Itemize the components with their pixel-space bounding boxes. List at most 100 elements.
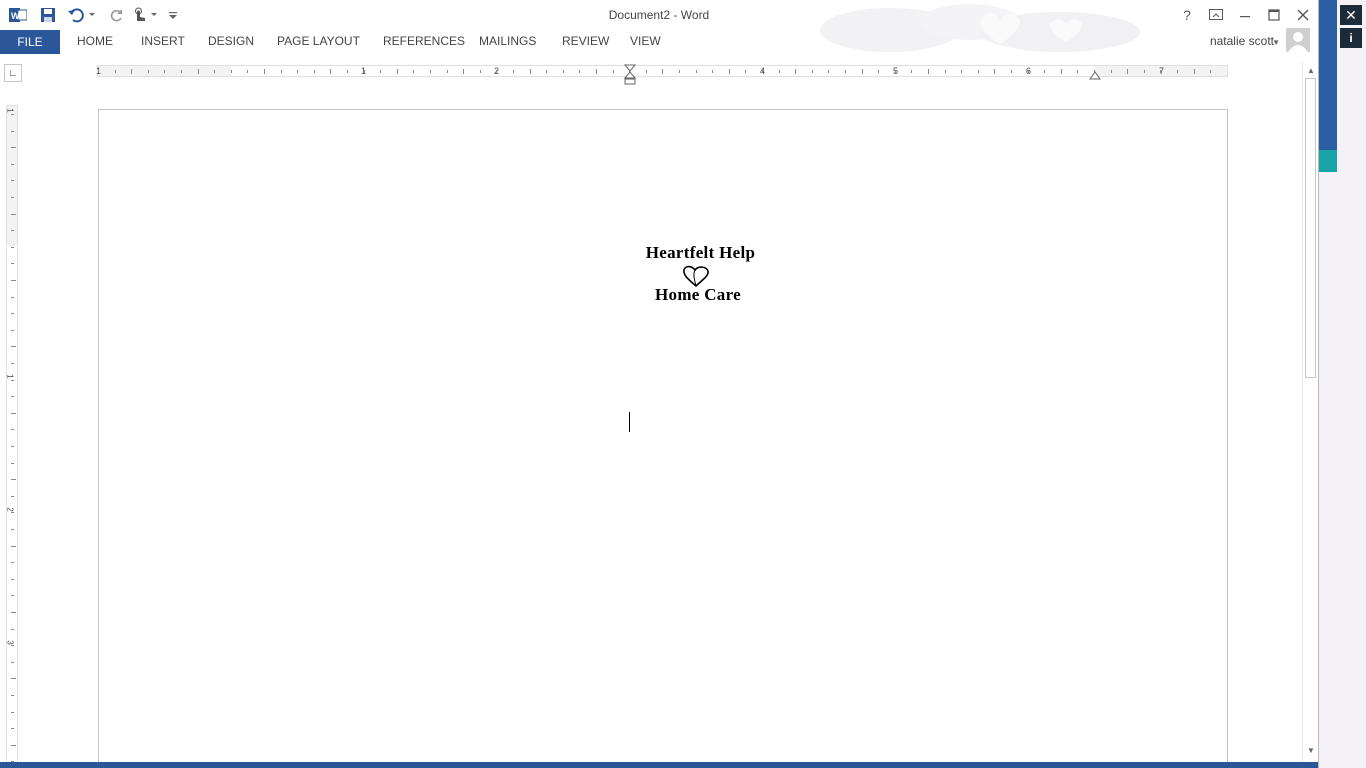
ruler-tick bbox=[463, 69, 465, 74]
ruler-tick bbox=[1044, 70, 1046, 73]
ruler-tick bbox=[778, 70, 780, 73]
ruler-tick bbox=[961, 70, 963, 73]
tab-review[interactable]: REVIEW bbox=[562, 34, 609, 48]
ruler-tick bbox=[994, 69, 996, 74]
tab-insert[interactable]: INSERT bbox=[141, 34, 185, 48]
ruler-tick bbox=[11, 446, 14, 447]
panel-info-icon[interactable]: i bbox=[1340, 28, 1362, 48]
status-bar bbox=[0, 762, 1318, 768]
ruler-tick bbox=[11, 213, 16, 215]
ruler-tick bbox=[479, 70, 481, 73]
ruler-tick bbox=[11, 180, 14, 182]
ribbon-display-icon[interactable] bbox=[1205, 5, 1227, 25]
ruler-tick bbox=[679, 70, 680, 73]
help-icon[interactable]: ? bbox=[1176, 5, 1198, 25]
close-icon[interactable] bbox=[1292, 5, 1314, 25]
ruler-label: 1 bbox=[5, 374, 15, 379]
ruler-tick bbox=[762, 70, 763, 73]
ruler-tick bbox=[11, 711, 14, 713]
ruler-tick bbox=[11, 396, 14, 398]
vertical-ruler[interactable]: 1 1 2 3 bbox=[6, 105, 18, 768]
ruler-tick bbox=[894, 70, 896, 73]
ruler-tick bbox=[1077, 70, 1079, 73]
ruler-tick bbox=[363, 70, 365, 73]
word-window: W Document2 - Word ? FILE HOME INSERT DE… bbox=[0, 0, 1319, 768]
ruler-tick bbox=[181, 70, 182, 73]
ruler-tick bbox=[197, 69, 199, 74]
indent-marker-icon[interactable] bbox=[624, 64, 636, 86]
ruler-tick bbox=[11, 612, 16, 613]
ruler-tick bbox=[297, 70, 299, 73]
vertical-scrollbar[interactable]: ▲ ▼ bbox=[1302, 62, 1318, 762]
ruler-tick bbox=[546, 70, 548, 73]
ruler-tick bbox=[496, 70, 498, 73]
ruler-tick bbox=[928, 69, 929, 74]
ruler-tick bbox=[430, 70, 431, 73]
ruler-tick bbox=[98, 70, 99, 73]
ruler-tick bbox=[745, 70, 747, 73]
ruler-tick bbox=[11, 163, 14, 165]
ruler-tick bbox=[612, 70, 614, 73]
ruler-tick bbox=[1160, 70, 1162, 73]
minimize-icon[interactable] bbox=[1234, 5, 1256, 25]
panel-close-icon[interactable]: ✕ bbox=[1340, 5, 1362, 25]
tab-references[interactable]: REFERENCES bbox=[383, 34, 465, 48]
ruler-tick bbox=[944, 70, 946, 73]
ruler-tick bbox=[11, 744, 16, 746]
maximize-icon[interactable] bbox=[1263, 5, 1285, 25]
ruler-tick bbox=[11, 329, 14, 331]
ruler-tick bbox=[11, 296, 14, 298]
ruler-tick bbox=[313, 70, 315, 73]
ruler-tick bbox=[11, 512, 14, 514]
account-dropdown-icon[interactable]: ▼ bbox=[1272, 38, 1280, 47]
ruler-tick bbox=[147, 70, 149, 73]
ruler-tick bbox=[11, 678, 16, 680]
avatar[interactable] bbox=[1286, 28, 1310, 52]
ruler-tick bbox=[513, 70, 514, 73]
ribbon-tab-bar: FILE HOME INSERT DESIGN PAGE LAYOUT REFE… bbox=[0, 28, 1318, 54]
tab-mailings[interactable]: MAILINGS bbox=[479, 34, 536, 48]
document-page[interactable]: Heartfelt Help Home Care bbox=[98, 109, 1228, 768]
ruler-tick bbox=[347, 70, 348, 73]
right-indent-marker-icon[interactable] bbox=[1089, 70, 1101, 80]
ruler-tick bbox=[1210, 70, 1212, 73]
ruler-tick bbox=[11, 114, 14, 115]
ruler-tick bbox=[529, 69, 531, 74]
text-cursor bbox=[629, 412, 630, 432]
ruler-tick bbox=[396, 69, 398, 74]
tab-design[interactable]: DESIGN bbox=[208, 34, 254, 48]
document-heading-line1[interactable]: Heartfelt Help bbox=[99, 243, 1227, 263]
ruler-tick bbox=[11, 645, 14, 647]
ruler-tick bbox=[712, 70, 714, 73]
horizontal-ruler[interactable]: 1 1 2 4 5 6 7 bbox=[96, 64, 1228, 85]
document-canvas[interactable]: Heartfelt Help Home Care bbox=[20, 90, 1302, 768]
ruler-tick bbox=[911, 70, 913, 73]
ruler-tick bbox=[11, 147, 16, 149]
ruler-tick bbox=[728, 69, 730, 74]
ruler-tick bbox=[977, 70, 979, 73]
ruler-tick bbox=[11, 280, 16, 281]
window-title: Document2 - Word bbox=[608, 8, 710, 22]
ruler-tick bbox=[11, 578, 14, 580]
ruler-tick bbox=[695, 70, 697, 73]
ruler-tick bbox=[579, 70, 581, 73]
scroll-down-icon[interactable]: ▼ bbox=[1305, 744, 1317, 756]
account-name[interactable]: natalie scott bbox=[1210, 34, 1274, 48]
tab-home[interactable]: HOME bbox=[77, 34, 113, 48]
tab-stop-selector[interactable]: ∟ bbox=[4, 64, 22, 82]
ruler-tick bbox=[11, 479, 16, 481]
ruler-tick bbox=[11, 595, 14, 597]
background-window bbox=[1319, 0, 1366, 768]
ruler-tick bbox=[11, 130, 14, 132]
title-bar: W Document2 - Word ? bbox=[0, 0, 1318, 52]
ruler-tick bbox=[11, 545, 16, 547]
scroll-thumb[interactable] bbox=[1305, 78, 1316, 378]
tab-file[interactable]: FILE bbox=[0, 30, 60, 54]
scroll-up-icon[interactable]: ▲ bbox=[1305, 64, 1317, 76]
tab-view[interactable]: VIEW bbox=[630, 34, 661, 48]
ruler-tick bbox=[11, 562, 14, 564]
ruler-tick bbox=[11, 230, 14, 232]
ruler-tick bbox=[11, 363, 14, 364]
tab-page-layout[interactable]: PAGE LAYOUT bbox=[277, 34, 360, 48]
document-heading-line3[interactable]: Home Care bbox=[99, 285, 1227, 305]
